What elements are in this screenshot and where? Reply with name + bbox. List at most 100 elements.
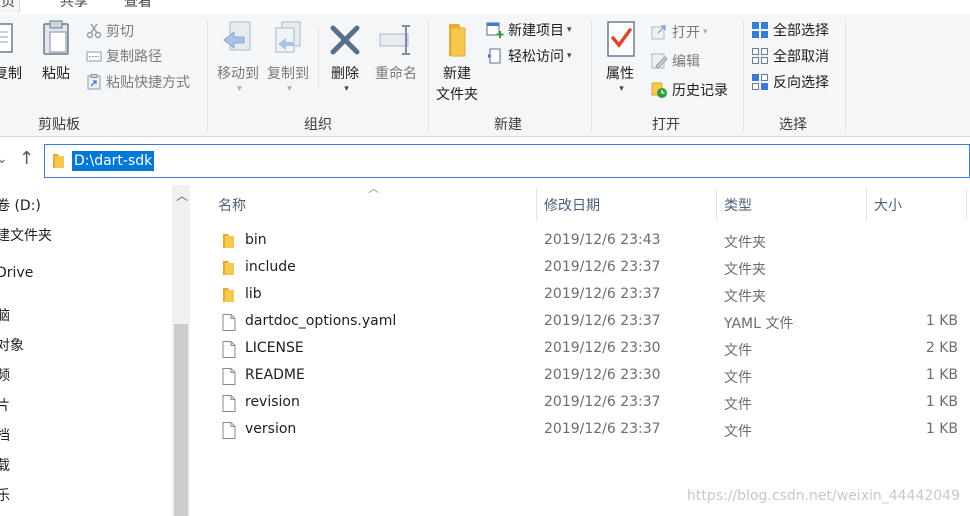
tab-view[interactable]: 查看 <box>124 0 152 11</box>
nav-item-documents[interactable]: 档 <box>0 425 10 445</box>
open-button[interactable]: 打开 ▾ <box>650 21 708 43</box>
paste-shortcut-button[interactable]: 粘贴快捷方式 <box>86 71 190 93</box>
chevron-down-icon[interactable]: ⌄ <box>0 151 8 167</box>
nav-item-pictures[interactable]: 片 <box>0 395 10 415</box>
scroll-up-arrow-icon[interactable]: ︿ <box>176 187 188 204</box>
column-divider[interactable] <box>966 188 967 221</box>
new-folder-button[interactable]: 新建 文件夹 <box>432 20 482 106</box>
edit-label: 编辑 <box>672 54 700 70</box>
folder-icon <box>222 260 236 280</box>
nav-item-3d-objects[interactable]: 对象 <box>0 335 24 355</box>
copy-path-label: 复制路径 <box>106 49 162 65</box>
delete-x-icon <box>330 25 360 55</box>
tab-share[interactable]: 共享 <box>60 0 88 11</box>
file-date: 2019/12/6 23:37 <box>544 259 661 275</box>
column-header-size[interactable]: 大小 <box>874 195 902 215</box>
invert-selection-button[interactable]: 反向选择 <box>751 71 829 93</box>
nav-pane-scroll-thumb[interactable] <box>174 324 188 516</box>
file-size: 1 KB <box>925 421 958 437</box>
file-name: dartdoc_options.yaml <box>245 313 397 329</box>
column-header-name[interactable]: 名称 <box>218 195 246 215</box>
file-type: 文件 <box>724 397 752 413</box>
column-divider[interactable] <box>536 188 537 221</box>
select-group-label: 选择 <box>779 117 807 133</box>
folder-icon <box>53 154 64 168</box>
address-path-text[interactable]: D:\dart-sdk <box>72 151 155 171</box>
history-clock-icon <box>651 82 667 98</box>
file-name: README <box>245 367 305 383</box>
move-to-button[interactable]: 移动到 ▾ <box>214 20 262 100</box>
file-row[interactable]: dartdoc_options.yaml 2019/12/6 23:37 YAML … <box>196 309 970 336</box>
easy-access-button[interactable]: 轻松访问 ▾ <box>486 45 572 67</box>
file-type: 文件 <box>724 370 752 386</box>
nav-item-music[interactable]: 乐 <box>0 485 10 505</box>
file-icon <box>222 368 236 389</box>
copy-icon <box>0 23 13 53</box>
copy-path-icon <box>86 51 102 62</box>
select-none-button[interactable]: 全部取消 <box>751 45 829 67</box>
rename-button[interactable]: 重命名 <box>372 20 420 85</box>
file-icon <box>222 395 236 416</box>
paste-shortcut-label: 粘贴快捷方式 <box>106 75 190 91</box>
open-arrow-icon <box>651 25 666 40</box>
new-item-button[interactable]: 新建项目 ▾ <box>486 19 572 41</box>
nav-item-this-pc[interactable]: 脑 <box>0 305 10 325</box>
file-date: 2019/12/6 23:37 <box>544 421 661 437</box>
chevron-down-icon: ▾ <box>567 25 572 35</box>
ribbon: 复制 粘贴 剪切 复制路径 粘贴快捷方式 剪贴板 移动到 ▾ 复制到 ▾ 删除 … <box>0 14 970 137</box>
open-group-label: 打开 <box>652 117 680 133</box>
easy-access-icon <box>488 48 501 64</box>
column-header-date[interactable]: 修改日期 <box>544 195 600 215</box>
file-type: YAML 文件 <box>724 316 794 332</box>
nav-item-videos[interactable]: 频 <box>0 365 10 385</box>
file-row[interactable]: include 2019/12/6 23:37 文件夹 <box>196 255 970 282</box>
copy-button[interactable]: 复制 <box>0 20 22 85</box>
easy-access-label: 轻松访问 <box>508 49 564 65</box>
copy-to-icon <box>275 21 301 53</box>
new-item-icon <box>486 22 504 38</box>
file-row[interactable]: LICENSE 2019/12/6 23:30 文件 2 KB <box>196 336 970 363</box>
properties-button[interactable]: 属性 ▾ <box>598 20 642 100</box>
file-row[interactable]: README 2019/12/6 23:30 文件 1 KB <box>196 363 970 390</box>
column-header-type[interactable]: 类型 <box>724 195 752 215</box>
file-date: 2019/12/6 23:37 <box>544 286 661 302</box>
copy-to-button[interactable]: 复制到 ▾ <box>264 20 312 100</box>
cut-button[interactable]: 剪切 <box>86 20 134 42</box>
column-divider[interactable] <box>866 188 867 221</box>
file-row[interactable]: lib 2019/12/6 23:37 文件夹 <box>196 282 970 309</box>
copy-path-button[interactable]: 复制路径 <box>86 45 162 67</box>
file-type: 文件夹 <box>724 235 766 251</box>
group-divider <box>207 20 208 132</box>
cut-label: 剪切 <box>106 24 134 40</box>
file-icon <box>222 314 236 335</box>
edit-button[interactable]: 编辑 <box>650 50 700 72</box>
file-row[interactable]: version 2019/12/6 23:37 文件 1 KB <box>196 417 970 444</box>
file-row[interactable]: bin 2019/12/6 23:43 文件夹 <box>196 228 970 255</box>
scissors-icon <box>86 23 102 39</box>
file-icon <box>222 341 236 362</box>
address-bar[interactable]: D:\dart-sdk <box>44 144 970 178</box>
up-arrow-icon[interactable]: ↑ <box>19 148 34 169</box>
file-type: 文件夹 <box>724 262 766 278</box>
file-row[interactable]: revision 2019/12/6 23:37 文件 1 KB <box>196 390 970 417</box>
new-group-label: 新建 <box>494 117 522 133</box>
nav-item-drive-d[interactable]: 卷 (D:) <box>0 195 41 215</box>
new-item-label: 新建项目 <box>508 23 564 39</box>
history-button[interactable]: 历史记录 <box>650 79 728 101</box>
file-size: 2 KB <box>925 340 958 356</box>
ribbon-tab-strip: 主页 共享 查看 <box>0 0 970 15</box>
delete-button[interactable]: 删除 ▾ <box>324 20 366 100</box>
select-all-button[interactable]: 全部选择 <box>751 19 829 41</box>
file-icon <box>222 422 236 443</box>
nav-item-downloads[interactable]: 载 <box>0 455 10 475</box>
invert-selection-label: 反向选择 <box>773 75 829 91</box>
nav-item-new-folder[interactable]: 建文件夹 <box>0 225 52 245</box>
properties-checkmark-icon <box>607 21 635 57</box>
nav-item-onedrive[interactable]: Drive <box>0 265 33 281</box>
column-divider[interactable] <box>716 188 717 221</box>
open-label: 打开 <box>672 25 700 41</box>
paste-button[interactable]: 粘贴 <box>36 20 76 85</box>
chevron-down-icon: ▾ <box>703 27 708 37</box>
tab-home[interactable]: 主页 <box>0 0 20 13</box>
copy-label: 复制 <box>0 66 22 82</box>
